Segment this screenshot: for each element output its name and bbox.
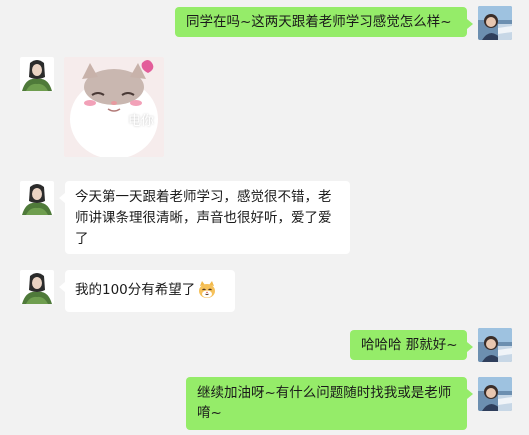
message-text: 我的100分有希望了 — [75, 282, 196, 298]
sticker-caption: 电你 — [128, 114, 155, 129]
my-avatar[interactable] — [478, 6, 512, 40]
cat-face-emoji-icon — [197, 280, 217, 300]
message-bubble-outgoing[interactable]: 同学在吗~这两天跟着老师学习感觉怎么样~ — [175, 7, 473, 37]
message-bubble-outgoing[interactable]: 继续加油呀~有什么问题随时找我或是老师唷~ — [186, 377, 473, 430]
contact-avatar[interactable] — [20, 181, 54, 215]
message-bubble-outgoing[interactable]: 哈哈哈 那就好~ — [350, 330, 473, 360]
message-text: 今天第一天跟着老师学习，感觉很不错，老师讲课条理很清晰，声音也很好听，爱了爱了 — [75, 189, 332, 247]
message-text: 同学在吗~这两天跟着老师学习感觉怎么样~ — [186, 14, 452, 30]
message-text: 哈哈哈 那就好~ — [361, 337, 458, 353]
message-bubble-incoming[interactable]: 我的100分有希望了 — [59, 270, 235, 312]
sticker-image[interactable] — [64, 57, 164, 157]
chat-area: 同学在吗~这两天跟着老师学习感觉怎么样~ 电你 今天第一天跟着老师学习，感觉很不… — [0, 0, 529, 435]
my-avatar[interactable] — [478, 377, 512, 411]
message-text: 继续加油呀~有什么问题随时找我或是老师唷~ — [197, 385, 452, 421]
contact-avatar[interactable] — [20, 57, 54, 91]
contact-avatar[interactable] — [20, 270, 54, 304]
my-avatar[interactable] — [478, 328, 512, 362]
message-bubble-incoming[interactable]: 今天第一天跟着老师学习，感觉很不错，老师讲课条理很清晰，声音也很好听，爱了爱了 — [59, 181, 350, 254]
